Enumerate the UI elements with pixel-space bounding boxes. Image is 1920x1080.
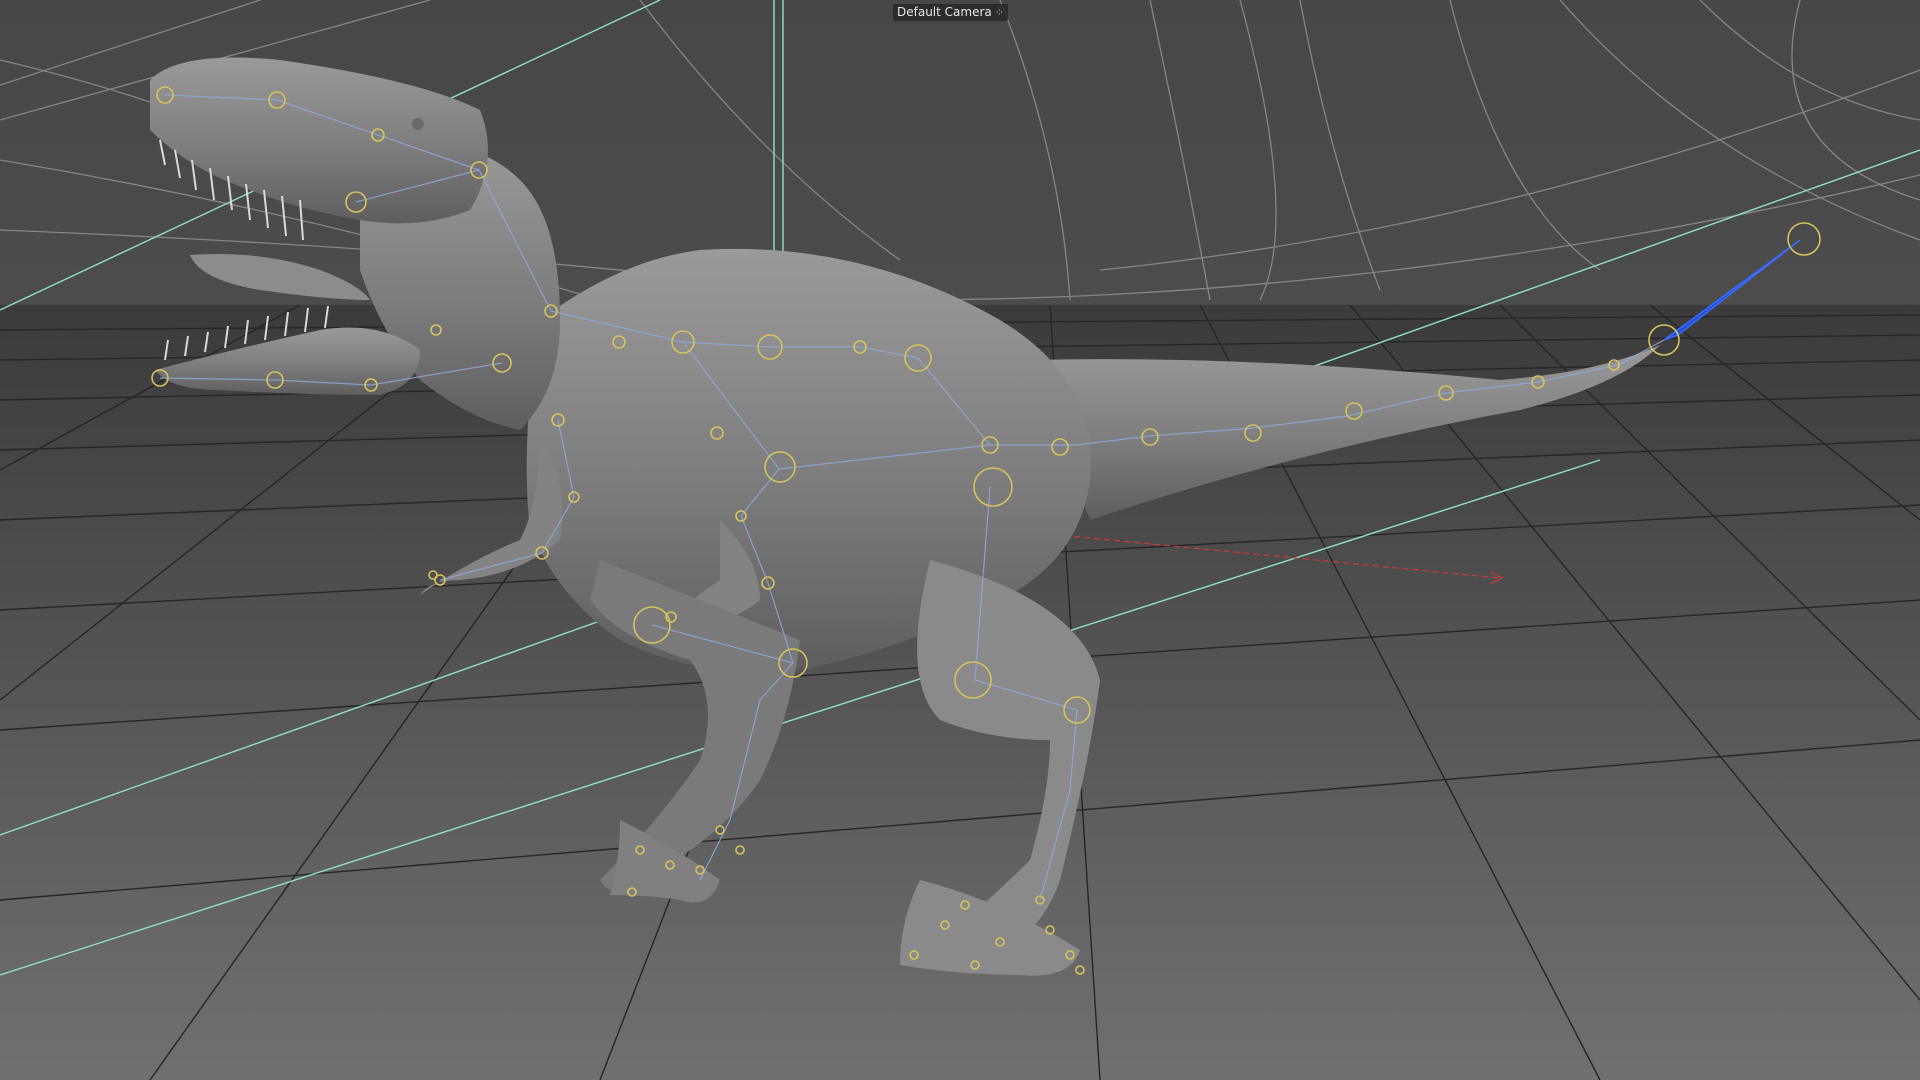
viewport-scene[interactable] (0, 0, 1920, 1080)
camera-selector-label[interactable]: Default Camera ⁘ (893, 4, 1008, 21)
trex-eye (412, 118, 424, 130)
camera-label-text: Default Camera (897, 5, 992, 19)
3d-viewport[interactable]: Default Camera ⁘ (0, 0, 1920, 1080)
trex-tongue (190, 254, 370, 300)
camera-dots-icon: ⁘ (994, 6, 1004, 19)
